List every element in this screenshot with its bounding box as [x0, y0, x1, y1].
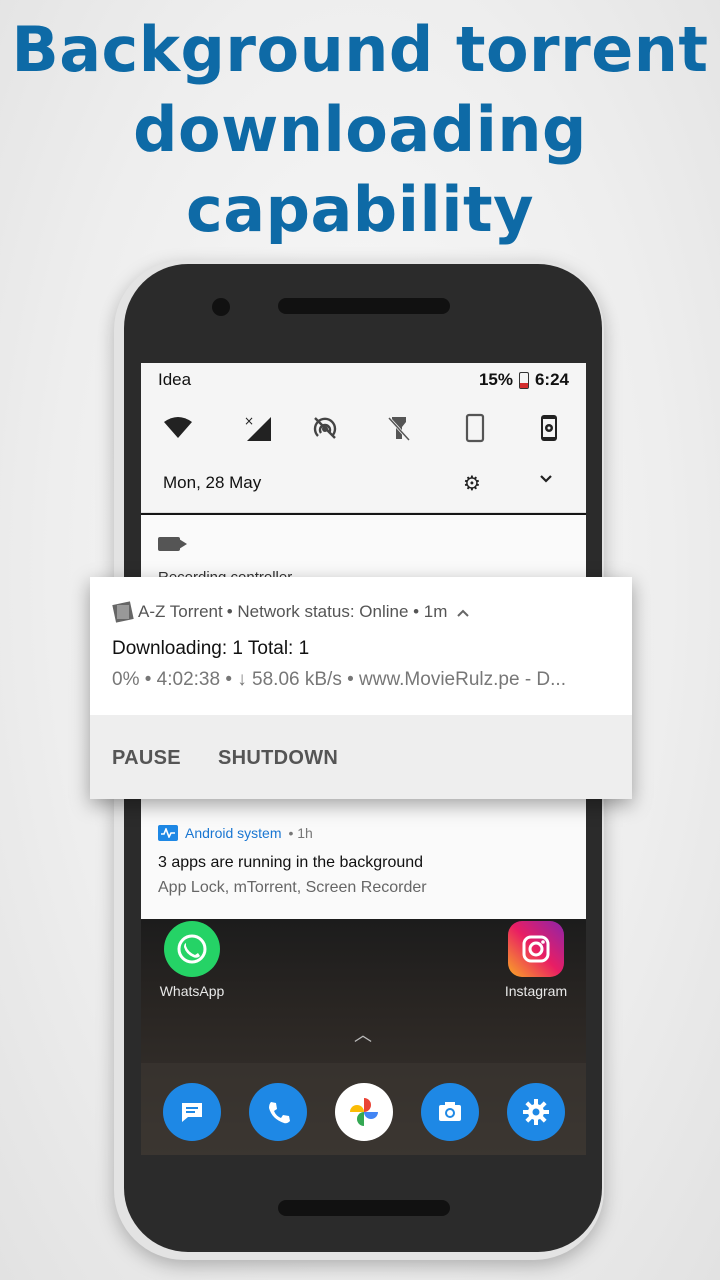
quick-settings-row: × — [141, 411, 586, 445]
battery-percent: 15% — [478, 370, 513, 389]
android-system-subtitle: App Lock, mTorrent, Screen Recorder — [158, 879, 427, 896]
phone-icon[interactable] — [249, 1083, 307, 1141]
camera-icon[interactable] — [421, 1083, 479, 1141]
android-system-icon — [158, 825, 178, 841]
battery-icon — [518, 371, 529, 389]
flashlight-off-icon[interactable] — [382, 411, 416, 445]
instagram-icon — [508, 921, 564, 977]
front-camera — [212, 298, 230, 316]
shade-date: Mon, 28 May — [163, 473, 262, 492]
app-drawer-chevron-icon[interactable]: ︿ — [354, 1021, 372, 1047]
pause-button[interactable]: PAUSE — [112, 747, 181, 770]
rotation-icon[interactable] — [458, 411, 492, 445]
settings-icon[interactable] — [507, 1083, 565, 1141]
hotspot-off-icon[interactable] — [308, 411, 342, 445]
chevron-down-icon[interactable] — [539, 471, 553, 489]
gear-icon[interactable]: ⚙ — [463, 471, 481, 496]
chevron-up-icon[interactable] — [457, 602, 470, 622]
quick-settings-panel: Idea 15% 6:24 × Mon, 28 May ⚙ — [141, 363, 586, 513]
headline-line-2: downloading — [133, 93, 587, 166]
promo-headline: Background torrent downloading capabilit… — [0, 10, 720, 250]
home-dock — [141, 1063, 586, 1155]
messages-icon[interactable] — [163, 1083, 221, 1141]
status-right: 15% 6:24 — [479, 370, 569, 390]
recording-controller-notification[interactable]: Recording controller — [141, 515, 586, 586]
android-system-title: 3 apps are running in the background — [158, 854, 424, 871]
torrent-notification-actions: PAUSE SHUTDOWN — [90, 715, 632, 799]
android-system-app-name: Android system — [185, 825, 282, 841]
android-system-header: Android system • 1h — [158, 825, 313, 841]
android-system-time: • 1h — [288, 825, 313, 841]
earpiece-speaker — [278, 298, 450, 314]
torrent-notification[interactable]: A-Z Torrent • Network status: Online • 1… — [90, 577, 632, 799]
wifi-icon[interactable] — [161, 411, 195, 445]
shutdown-button[interactable]: SHUTDOWN — [218, 747, 338, 770]
app-instagram[interactable]: Instagram — [499, 921, 573, 999]
torrent-app-icon — [112, 601, 134, 623]
torrent-app-name: A-Z Torrent — [138, 602, 223, 621]
video-camera-icon — [158, 537, 187, 551]
torrent-notification-header: A-Z Torrent • Network status: Online • 1… — [112, 601, 470, 623]
clock: 6:24 — [534, 370, 569, 389]
whatsapp-icon — [164, 921, 220, 977]
carrier-name: Idea — [158, 370, 192, 389]
screen-cast-icon[interactable] — [532, 411, 566, 445]
torrent-notification-title: Downloading: 1 Total: 1 — [112, 638, 310, 659]
torrent-notification-subtitle: 0% • 4:02:38 • ↓ 58.06 kB/s • www.MovieR… — [112, 669, 566, 690]
app-whatsapp[interactable]: WhatsApp — [157, 921, 227, 999]
app-label-whatsapp: WhatsApp — [159, 983, 225, 999]
headline-line-3: capability — [186, 173, 534, 246]
app-label-instagram: Instagram — [504, 983, 568, 999]
bottom-speaker — [278, 1200, 450, 1216]
photos-icon[interactable] — [335, 1083, 393, 1141]
torrent-header-meta: • Network status: Online • 1m — [226, 602, 448, 621]
svg-text:×: × — [244, 414, 254, 428]
headline-line-1: Background torrent — [11, 13, 709, 86]
no-signal-icon[interactable]: × — [241, 411, 275, 445]
